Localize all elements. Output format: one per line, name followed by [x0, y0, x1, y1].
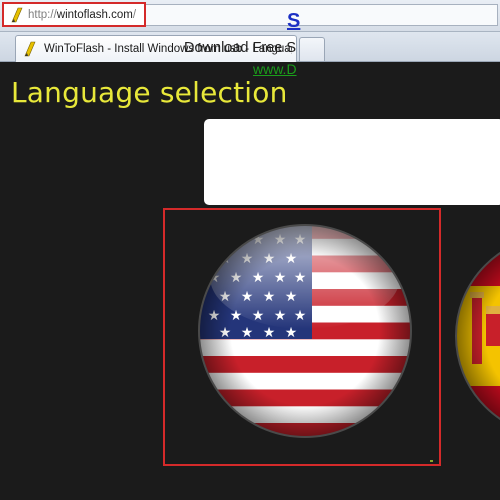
- url-prefix: http://: [28, 8, 57, 21]
- svg-text:★: ★: [230, 232, 243, 248]
- new-tab-button[interactable]: [299, 37, 325, 61]
- url-field-extension[interactable]: [146, 4, 498, 26]
- url-field[interactable]: http://wintoflash.com /: [2, 2, 146, 27]
- url-host: wintoflash.com: [56, 8, 133, 21]
- svg-text:★: ★: [208, 232, 221, 248]
- ad-description: Download Free S: [184, 40, 297, 56]
- page-title: Language selection: [11, 76, 288, 109]
- tab-favicon-icon: [24, 41, 36, 57]
- decorative-mark: [430, 460, 433, 462]
- us-flag-icon[interactable]: ★★★★★ ★★★★ ★★★★★ ★★★★ ★★★★★ ★★★★: [196, 222, 414, 440]
- ad-banner[interactable]: [204, 119, 500, 205]
- spain-flag-icon[interactable]: [450, 236, 500, 436]
- ad-url-link[interactable]: www.D: [253, 61, 297, 77]
- address-bar: http://wintoflash.com /: [0, 0, 500, 32]
- url-suffix: /: [132, 8, 137, 21]
- page-favicon-icon: [11, 7, 23, 22]
- ad-headline-link[interactable]: S: [287, 10, 300, 33]
